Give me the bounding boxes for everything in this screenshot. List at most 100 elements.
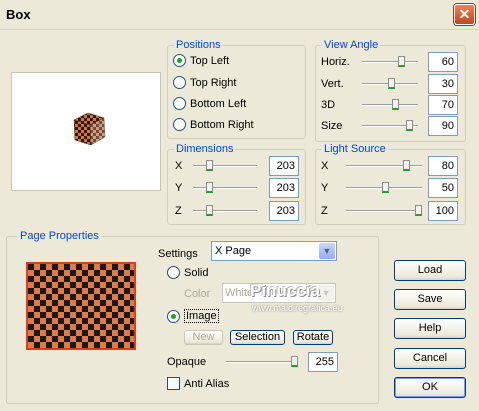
dim-x-slider-track bbox=[193, 165, 257, 167]
light-z-label: Z bbox=[321, 205, 328, 217]
radio-top-right-indicator bbox=[173, 76, 186, 89]
light-x-slider-track bbox=[346, 165, 422, 167]
light-z-field[interactable]: 100 bbox=[428, 201, 458, 221]
radio-top-right-label: Top Right bbox=[190, 76, 237, 89]
radio-bottom-left-label: Bottom Left bbox=[190, 97, 247, 110]
load-button[interactable]: Load bbox=[394, 260, 466, 281]
dim-y-field[interactable]: 203 bbox=[269, 178, 299, 198]
light-x-field[interactable]: 80 bbox=[428, 156, 458, 176]
radio-bottom-left[interactable]: Bottom Left bbox=[173, 97, 246, 110]
3d-slider-track bbox=[362, 104, 418, 106]
cube-preview-icon bbox=[73, 112, 106, 146]
radio-solid-indicator bbox=[167, 266, 180, 279]
dim-z-slider-track bbox=[193, 210, 257, 212]
radio-bottom-right-label: Bottom Right bbox=[190, 118, 254, 131]
opaque-slider[interactable] bbox=[226, 356, 298, 368]
size-label: Size bbox=[321, 120, 343, 132]
light-x-label: X bbox=[321, 160, 329, 172]
radio-top-left-label: Top Left bbox=[190, 54, 230, 67]
light-z-slider-track bbox=[346, 210, 422, 212]
settings-select-value: X Page bbox=[215, 245, 252, 257]
new-button: New bbox=[184, 330, 223, 345]
dim-x-label: X bbox=[175, 160, 183, 172]
radio-top-left[interactable]: Top Left bbox=[173, 54, 229, 67]
save-button[interactable]: Save bbox=[394, 289, 466, 310]
dim-z-label: Z bbox=[175, 205, 182, 217]
anti-alias-checkbox[interactable] bbox=[167, 377, 180, 390]
page-properties-legend: Page Properties bbox=[18, 230, 101, 242]
dim-y-slider[interactable] bbox=[193, 182, 257, 194]
title-bar: Box ✕ bbox=[0, 0, 479, 30]
opaque-label: Opaque bbox=[167, 356, 207, 368]
dim-y-slider-track bbox=[193, 187, 257, 189]
color-select-value: White bbox=[225, 287, 254, 299]
chevron-down-icon[interactable]: ▼ bbox=[319, 243, 335, 259]
window-title: Box bbox=[6, 7, 31, 22]
settings-select[interactable]: X Page ▼ bbox=[211, 241, 337, 261]
3d-slider-thumb[interactable] bbox=[392, 99, 399, 110]
opaque-field[interactable]: 255 bbox=[308, 352, 338, 372]
light-y-label: Y bbox=[321, 182, 329, 194]
size-slider-thumb[interactable] bbox=[406, 120, 413, 131]
dim-x-field[interactable]: 203 bbox=[269, 156, 299, 176]
dimensions-legend: Dimensions bbox=[174, 143, 236, 155]
watermark-url: www.maidiregrafica.eu bbox=[252, 303, 343, 313]
chevron-down-icon: ▼ bbox=[318, 285, 334, 301]
light-x-slider[interactable] bbox=[346, 160, 422, 172]
light-y-slider[interactable] bbox=[346, 182, 422, 194]
view-angle-legend: View Angle bbox=[322, 39, 381, 51]
dim-z-slider[interactable] bbox=[193, 205, 257, 217]
cancel-button[interactable]: Cancel bbox=[394, 348, 466, 369]
radio-image-label: Image bbox=[184, 309, 219, 323]
help-button[interactable]: Help bbox=[394, 318, 466, 339]
dim-x-slider-thumb[interactable] bbox=[206, 160, 213, 171]
positions-legend: Positions bbox=[174, 39, 223, 51]
opaque-slider-track bbox=[226, 361, 298, 363]
horiz-slider-track bbox=[362, 61, 418, 63]
rotate-button[interactable]: Rotate bbox=[293, 330, 333, 345]
close-icon[interactable]: ✕ bbox=[454, 4, 475, 25]
vert-slider[interactable] bbox=[362, 78, 418, 90]
radio-bottom-right-indicator bbox=[173, 118, 186, 131]
horiz-slider[interactable] bbox=[362, 56, 418, 68]
horiz-label: Horiz. bbox=[321, 56, 350, 68]
vert-label: Vert. bbox=[321, 78, 344, 90]
dim-x-slider[interactable] bbox=[193, 160, 257, 172]
color-label: Color bbox=[184, 288, 211, 300]
box-preview bbox=[11, 72, 161, 191]
3d-label: 3D bbox=[321, 99, 336, 111]
horiz-slider-thumb[interactable] bbox=[398, 56, 405, 67]
vert-field[interactable]: 30 bbox=[428, 74, 458, 94]
radio-top-right[interactable]: Top Right bbox=[173, 76, 236, 89]
dim-y-slider-thumb[interactable] bbox=[206, 182, 213, 193]
ok-button[interactable]: OK bbox=[394, 377, 466, 398]
dim-y-label: Y bbox=[175, 182, 183, 194]
3d-field[interactable]: 70 bbox=[428, 95, 458, 115]
radio-top-left-indicator bbox=[173, 54, 186, 67]
vert-slider-thumb[interactable] bbox=[388, 78, 395, 89]
radio-image[interactable]: Image bbox=[167, 309, 219, 323]
3d-slider[interactable] bbox=[362, 99, 418, 111]
light-z-slider-thumb[interactable] bbox=[415, 205, 422, 216]
watermark-logo: Pinuccia bbox=[250, 281, 320, 300]
radio-image-indicator bbox=[167, 309, 180, 323]
settings-label: Settings bbox=[158, 248, 198, 260]
anti-alias-label: Anti Alias bbox=[184, 378, 230, 390]
dim-z-field[interactable]: 203 bbox=[269, 201, 299, 221]
size-field[interactable]: 90 bbox=[428, 116, 458, 136]
page-texture-preview bbox=[26, 262, 136, 350]
dim-z-slider-thumb[interactable] bbox=[206, 205, 213, 216]
light-source-legend: Light Source bbox=[322, 143, 388, 155]
horiz-field[interactable]: 60 bbox=[428, 52, 458, 72]
opaque-slider-thumb[interactable] bbox=[291, 356, 298, 367]
radio-bottom-right[interactable]: Bottom Right bbox=[173, 118, 254, 131]
radio-solid-label: Solid bbox=[184, 266, 209, 279]
light-y-slider-thumb[interactable] bbox=[382, 182, 389, 193]
light-y-field[interactable]: 50 bbox=[428, 178, 458, 198]
light-x-slider-thumb[interactable] bbox=[403, 160, 410, 171]
size-slider[interactable] bbox=[362, 120, 418, 132]
selection-button[interactable]: Selection bbox=[230, 330, 285, 345]
radio-solid[interactable]: Solid bbox=[167, 266, 208, 279]
light-z-slider[interactable] bbox=[346, 205, 422, 217]
radio-bottom-left-indicator bbox=[173, 97, 186, 110]
